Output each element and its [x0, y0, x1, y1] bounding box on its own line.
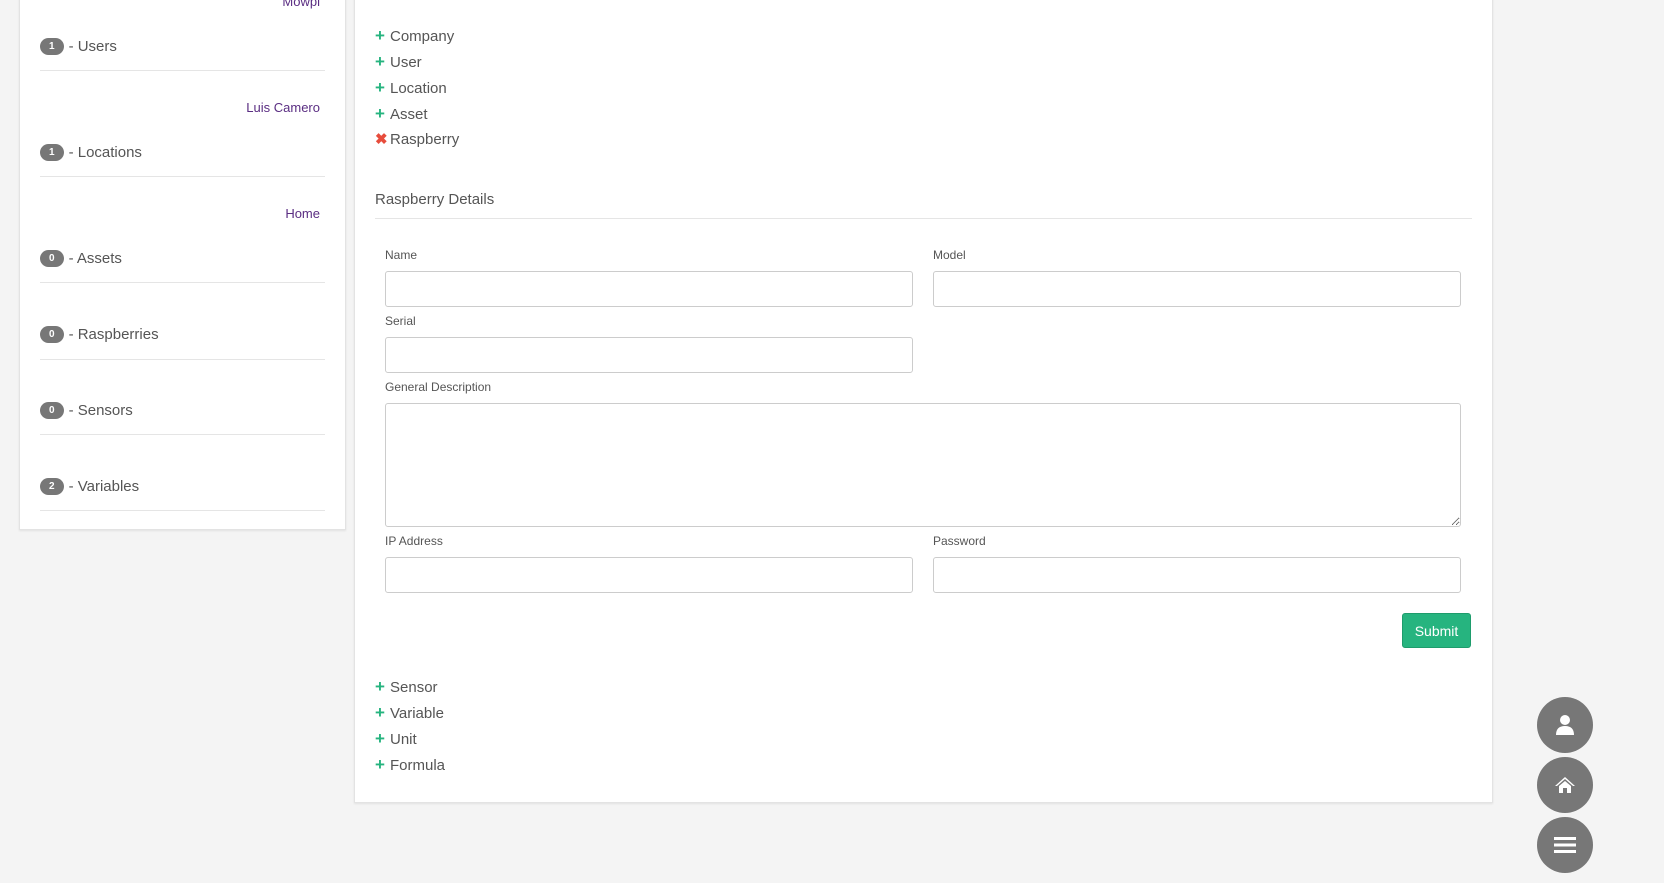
- password-label: Password: [933, 534, 986, 548]
- serial-label: Serial: [385, 314, 416, 328]
- stat-variables[interactable]: 2- Variables: [40, 478, 139, 495]
- menu-icon: [1554, 837, 1576, 853]
- toggle-label: Raspberry: [390, 130, 460, 148]
- divider: [40, 510, 325, 511]
- toggle-label: User: [390, 53, 422, 71]
- toggle-sensor[interactable]: + Sensor: [375, 677, 438, 697]
- password-input[interactable]: [933, 557, 1461, 593]
- stat-label: - Assets: [68, 250, 122, 267]
- stat-label: - Variables: [68, 478, 140, 495]
- description-label: General Description: [385, 380, 492, 394]
- sidebar-link-user[interactable]: Luis Camero: [0, 100, 320, 115]
- description-textarea[interactable]: [385, 403, 1461, 527]
- divider: [40, 70, 325, 71]
- plus-icon: +: [375, 703, 385, 722]
- toggle-location[interactable]: + Location: [375, 78, 447, 98]
- menu-button[interactable]: [1537, 817, 1593, 873]
- plus-icon: +: [375, 78, 385, 97]
- stat-raspberries[interactable]: 0- Raspberries: [40, 326, 159, 343]
- submit-button[interactable]: Submit: [1402, 613, 1471, 648]
- stat-users[interactable]: 1- Users: [40, 38, 117, 55]
- sidebar-link-location[interactable]: Home: [0, 206, 320, 221]
- ip-input[interactable]: [385, 557, 913, 593]
- toggle-raspberry[interactable]: ✖ Raspberry: [375, 130, 460, 149]
- plus-icon: +: [375, 729, 385, 748]
- toggle-label: Variable: [390, 704, 444, 722]
- name-input[interactable]: [385, 271, 913, 307]
- stat-label: - Users: [68, 38, 117, 55]
- count-badge: 0: [40, 402, 64, 419]
- toggle-asset[interactable]: + Asset: [375, 104, 428, 124]
- serial-input[interactable]: [385, 337, 913, 373]
- plus-icon: +: [375, 755, 385, 774]
- stat-assets[interactable]: 0- Assets: [40, 250, 122, 267]
- stat-sensors[interactable]: 0- Sensors: [40, 402, 133, 419]
- toggle-user[interactable]: + User: [375, 52, 422, 72]
- toggle-label: Sensor: [390, 678, 438, 696]
- count-badge: 2: [40, 478, 64, 495]
- divider: [40, 282, 325, 283]
- stat-locations[interactable]: 1- Locations: [40, 144, 142, 161]
- toggle-unit[interactable]: + Unit: [375, 729, 417, 749]
- toggle-label: Unit: [390, 730, 417, 748]
- home-icon: [1555, 777, 1575, 793]
- section-title: Raspberry Details: [375, 191, 495, 208]
- divider: [375, 218, 1472, 219]
- stat-label: - Locations: [68, 144, 142, 161]
- divider: [40, 176, 325, 177]
- toggle-variable[interactable]: + Variable: [375, 703, 444, 723]
- count-badge: 1: [40, 144, 64, 161]
- toggle-label: Formula: [390, 756, 446, 774]
- plus-icon: +: [375, 52, 385, 71]
- home-button[interactable]: [1537, 757, 1593, 813]
- count-badge: 0: [40, 326, 64, 343]
- toggle-formula[interactable]: + Formula: [375, 755, 445, 775]
- toggle-label: Asset: [390, 105, 428, 123]
- plus-icon: +: [375, 104, 385, 123]
- model-input[interactable]: [933, 271, 1461, 307]
- close-icon: ✖: [375, 131, 388, 148]
- toggle-company[interactable]: + Company: [375, 26, 454, 46]
- divider: [40, 434, 325, 435]
- user-button[interactable]: [1537, 697, 1593, 753]
- plus-icon: +: [375, 26, 385, 45]
- name-label: Name: [385, 248, 418, 262]
- stat-label: - Raspberries: [68, 326, 159, 343]
- ip-label: IP Address: [385, 534, 443, 548]
- count-badge: 0: [40, 250, 64, 267]
- sidebar-link-company[interactable]: Mowpi: [0, 0, 320, 9]
- toggle-label: Company: [390, 27, 455, 45]
- divider: [40, 359, 325, 360]
- model-label: Model: [933, 248, 966, 262]
- main-panel: [354, 0, 1493, 803]
- plus-icon: +: [375, 677, 385, 696]
- count-badge: 1: [40, 38, 64, 55]
- toggle-label: Location: [390, 79, 447, 97]
- stat-label: - Sensors: [68, 402, 133, 419]
- user-icon: [1556, 715, 1574, 735]
